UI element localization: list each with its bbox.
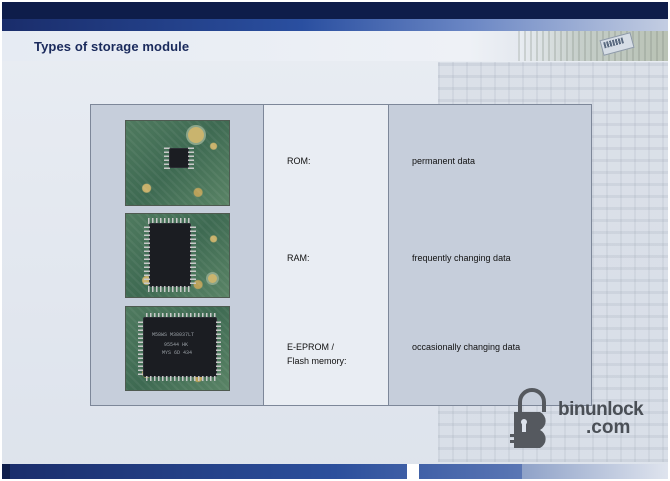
image-column: M58WS M38037LT 95544 HK MYS 6D 434: [91, 105, 264, 405]
flash-ic: M58WS M38037LT 95544 HK MYS 6D 434: [144, 318, 216, 376]
desc-ram: frequently changing data: [412, 253, 511, 263]
watermark: binunlock .com: [504, 388, 664, 454]
storage-module-table: M58WS M38037LT 95544 HK MYS 6D 434 ROM: …: [90, 104, 592, 406]
type-column: ROM: RAM: E-EPROM / Flash memory:: [264, 105, 389, 405]
rom-ic: [170, 149, 188, 167]
slide-title: Types of storage module: [34, 39, 190, 54]
type-eeprom-line2: Flash memory:: [287, 356, 347, 366]
header-circuit-image: [518, 31, 668, 61]
header-chip-icon: [599, 32, 635, 56]
slide: Types of storage module M58WS M38037LT 9…: [2, 2, 668, 479]
ram-ic: [144, 224, 196, 286]
top-gradient-bar: [2, 19, 668, 31]
slide-header: Types of storage module: [2, 31, 668, 61]
rom-chip-photo: [125, 120, 230, 206]
type-eeprom: E-EPROM / Flash memory:: [287, 340, 347, 368]
flash-chip-photo: M58WS M38037LT 95544 HK MYS 6D 434: [125, 306, 230, 391]
lock-logo-icon: [510, 388, 546, 448]
description-column: permanent data frequently changing data …: [389, 105, 591, 405]
type-rom: ROM:: [287, 156, 311, 166]
top-bar: [2, 2, 668, 19]
watermark-text-line2: .com: [586, 417, 631, 438]
ram-chip-photo: [125, 213, 230, 298]
type-eeprom-line1: E-EPROM /: [287, 342, 335, 352]
desc-eeprom: occasionally changing data: [412, 342, 521, 352]
type-ram: RAM:: [287, 253, 310, 263]
desc-rom: permanent data: [412, 156, 476, 166]
